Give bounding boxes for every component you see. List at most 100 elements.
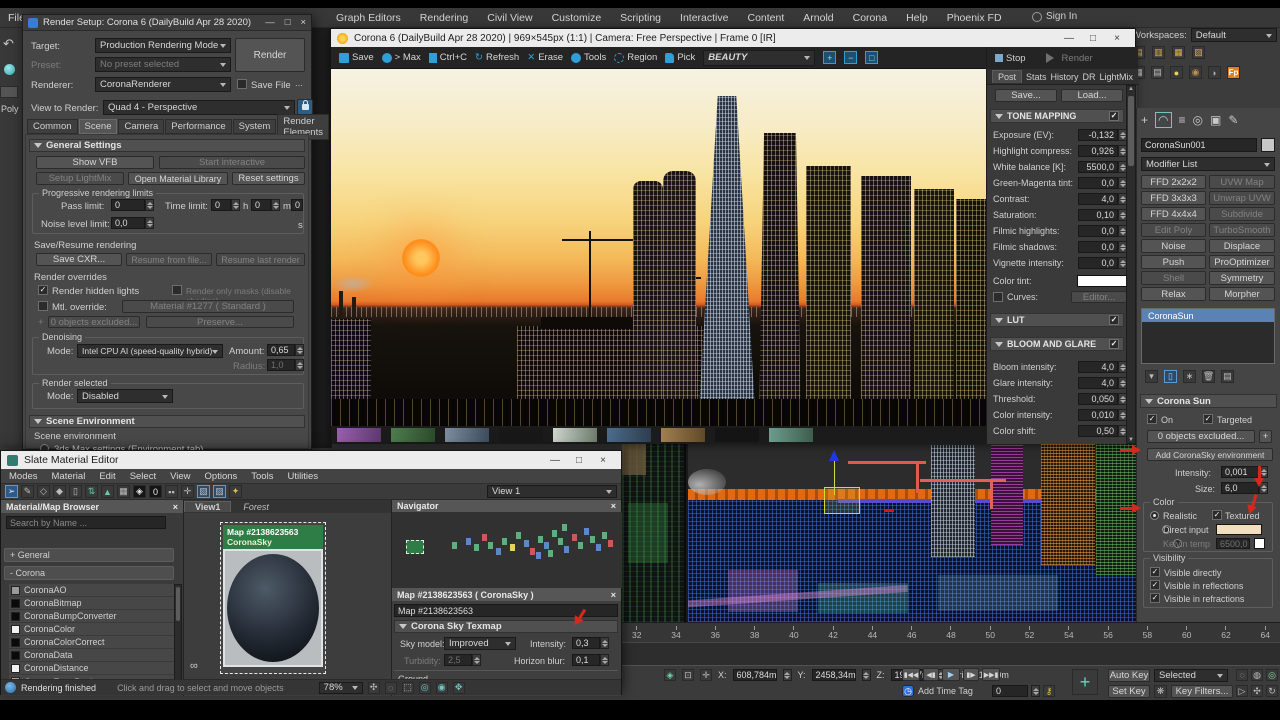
y-coordinate-field[interactable]: 2458,34m <box>811 669 856 681</box>
camera-icon[interactable]: ◉ <box>1189 66 1202 79</box>
modifier-button[interactable]: ProOptimizer <box>1209 255 1275 269</box>
view-to-render-dropdown[interactable]: Quad 4 - Perspective <box>103 100 295 115</box>
set-key-button[interactable]: Set Key <box>1108 685 1150 698</box>
material-list-item[interactable]: CoronaColorCorrect <box>9 636 174 649</box>
editor-zoom-dropdown[interactable]: 78% <box>318 681 363 694</box>
pan-hand-icon[interactable]: ✣ <box>1251 685 1263 697</box>
add-time-tag[interactable]: Add Time Tag <box>918 686 973 696</box>
maximize-icon[interactable]: □ <box>285 17 291 28</box>
modifier-list-dropdown[interactable]: Modifier List <box>1141 157 1275 171</box>
active-view-dropdown[interactable]: View 1 <box>487 485 617 498</box>
curves-editor-button[interactable]: Editor... <box>1071 291 1127 303</box>
preserve-button[interactable]: Preserve... <box>146 316 294 328</box>
start-render-button[interactable]: Render <box>1045 53 1093 64</box>
noise-limit-field[interactable]: 0,0 <box>111 217 145 229</box>
save-file-checkbox[interactable] <box>237 79 247 89</box>
phoenix-fd-icon[interactable]: Fp <box>1227 66 1240 79</box>
modifier-button[interactable]: TurboSmooth <box>1209 223 1275 237</box>
realistic-radio[interactable] <box>1150 511 1159 520</box>
vfb-region-button[interactable]: Region <box>614 52 657 63</box>
play-button[interactable]: ▶ <box>942 668 960 681</box>
tab-utilities-icon[interactable]: ✎ <box>1228 113 1238 127</box>
denoise-mode-dropdown[interactable]: Intel CPU AI (speed-quality hybrid) <box>77 344 223 358</box>
corona-sky-texmap-rollout[interactable]: Corona Sky Texmap <box>394 620 618 633</box>
param-field[interactable]: -0,132 <box>1078 129 1118 141</box>
spinner[interactable] <box>472 654 481 666</box>
vfb-erase-button[interactable]: ✕ Erase <box>527 52 563 63</box>
menu-scripting[interactable]: Scripting <box>620 12 661 24</box>
layout-all-icon[interactable]: ▧ <box>197 485 210 498</box>
param-field[interactable]: 0,0 <box>1078 177 1118 189</box>
show-map-icon[interactable]: ◈ <box>133 485 146 498</box>
history-thumbnail[interactable] <box>769 428 813 442</box>
sun-on-checkbox[interactable]: ✓ <box>1147 414 1157 424</box>
navigator-minimap[interactable] <box>392 512 622 588</box>
material-preview-icon[interactable]: ✦ <box>229 485 242 498</box>
go-to-end-button[interactable]: ▶▶▮ <box>982 668 1000 681</box>
previous-frame-button[interactable]: ◀▮ <box>923 668 939 681</box>
time-limit-h-field[interactable]: 0 <box>211 199 231 211</box>
general-settings-rollout[interactable]: General Settings <box>29 139 305 152</box>
modifier-button[interactable]: Unwrap UVW <box>1209 191 1275 205</box>
scroll-down-icon[interactable]: ▼ <box>1128 437 1134 443</box>
vfb-refresh-button[interactable]: ↻ Refresh <box>475 52 519 63</box>
setup-lightmix-button[interactable]: Setup LightMix <box>36 172 124 185</box>
open-material-library-button[interactable]: Open Material Library <box>128 172 228 185</box>
corona-sun-rollout[interactable]: Corona Sun <box>1140 394 1277 408</box>
modifier-button[interactable]: FFD 2x2x2 <box>1141 175 1206 189</box>
menu-options[interactable]: Options <box>205 471 238 482</box>
tab-post[interactable]: Post <box>992 70 1023 83</box>
vfb-pick-button[interactable]: Pick <box>665 52 695 63</box>
selection-set-dropdown[interactable]: Selected <box>1154 669 1228 682</box>
browser-header[interactable]: Material/Map Browser × <box>1 500 183 513</box>
toolbar-icon[interactable]: ▦ <box>1172 46 1185 59</box>
material-list-item[interactable]: CoronaData <box>9 649 174 662</box>
resume-from-file-button[interactable]: Resume from file... <box>126 253 212 266</box>
tone-mapping-rollout[interactable]: TONE MAPPING ✓ <box>990 109 1124 123</box>
modifier-button[interactable]: Subdivide <box>1209 207 1275 221</box>
vfb-tools-button[interactable]: Tools <box>571 52 606 63</box>
new-scene-plus-icon[interactable]: + <box>1072 669 1098 695</box>
viewport-main[interactable] <box>688 443 1136 622</box>
spinner[interactable] <box>600 654 609 666</box>
perspective-viewport[interactable] <box>622 443 1136 622</box>
modifier-button[interactable]: FFD 3x3x3 <box>1141 191 1206 205</box>
node-header[interactable]: Map #2138623563 CoronaSky <box>223 525 323 549</box>
tab-common[interactable]: Common <box>27 119 78 134</box>
modifier-button[interactable]: Noise <box>1141 239 1206 253</box>
isolate-selection-icon[interactable]: ◈ <box>664 669 676 681</box>
undo-icon[interactable]: ↶ <box>3 36 14 52</box>
sun-targeted-checkbox[interactable]: ✓ <box>1203 414 1213 424</box>
object-color-swatch[interactable] <box>1261 138 1275 152</box>
param-field[interactable]: 0,50 <box>1078 425 1118 437</box>
modifier-button[interactable]: Symmetry <box>1209 271 1275 285</box>
sky-intensity-field[interactable]: 0,3 <box>572 637 600 649</box>
menu-content[interactable]: Content <box>747 12 784 24</box>
delete-selected-icon[interactable]: ◆ <box>53 485 66 498</box>
zoom-region-icon[interactable]: ⬚ <box>401 681 414 694</box>
material-list-item[interactable]: CoronaColor <box>9 623 174 636</box>
tab-stats[interactable]: Stats <box>1026 72 1047 82</box>
modifier-button[interactable]: UVW Map <box>1209 175 1275 189</box>
time-limit-s-field[interactable]: 0 <box>291 199 303 211</box>
vfb-to-max-button[interactable]: > Max <box>381 52 421 63</box>
lightbulb-icon[interactable]: ● <box>1170 66 1183 79</box>
tab-system[interactable]: System <box>232 119 277 134</box>
orbit-icon[interactable]: ↻ <box>1266 685 1278 697</box>
key-filters-paw-icon[interactable]: ❋ <box>1154 685 1167 698</box>
layout-children-icon[interactable]: ▨ <box>213 485 226 498</box>
color-tint-swatch[interactable] <box>1077 275 1127 287</box>
configure-modifier-sets-icon[interactable]: ▤ <box>1221 370 1234 383</box>
zoom-extents-icon[interactable]: ◎ <box>1266 669 1278 681</box>
param-field[interactable]: 0,926 <box>1078 145 1118 157</box>
param-field[interactable]: 0,010 <box>1078 409 1118 421</box>
render-only-masks-checkbox[interactable] <box>172 285 182 295</box>
textured-checkbox[interactable]: ✓ <box>1212 510 1222 520</box>
material-editor-titlebar[interactable]: Slate Material Editor — □ × <box>1 451 621 469</box>
field-of-view-icon[interactable]: ▷ <box>1236 685 1248 697</box>
next-frame-button[interactable]: ▮▶ <box>963 668 979 681</box>
show-end-result-icon[interactable]: ▯ <box>1164 370 1177 383</box>
history-thumbnail[interactable] <box>607 428 651 442</box>
tab-modify-icon[interactable]: ◠ <box>1155 112 1172 128</box>
render-selected-mode-dropdown[interactable]: Disabled <box>77 389 173 403</box>
